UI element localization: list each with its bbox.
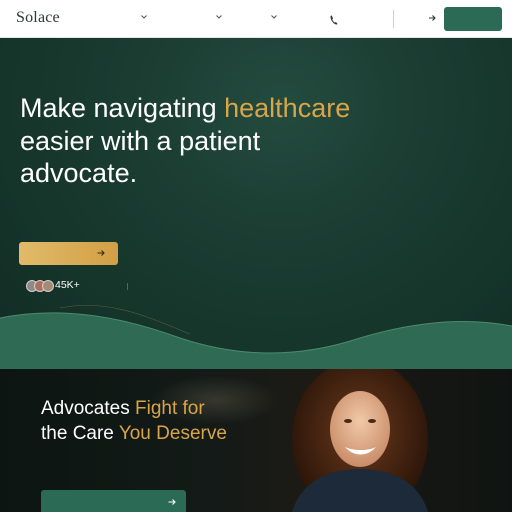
top-nav: Solace bbox=[0, 0, 512, 38]
hero-wave bbox=[0, 305, 512, 369]
avatar bbox=[42, 280, 54, 292]
stat-divider bbox=[127, 283, 128, 290]
nav-cta-button[interactable] bbox=[444, 7, 502, 31]
headline-part-2: easier with a patient advocate. bbox=[20, 125, 261, 189]
phone-icon[interactable] bbox=[329, 13, 339, 25]
avatar-group bbox=[26, 280, 56, 292]
nav-divider bbox=[393, 10, 394, 28]
heading-part-4: You Deserve bbox=[118, 423, 227, 444]
hero-section: Make navigating healthcare easier with a… bbox=[0, 38, 512, 369]
advocate-portrait bbox=[292, 369, 428, 512]
arrow-right-icon[interactable] bbox=[425, 11, 439, 25]
heading-part-3: the Care bbox=[41, 423, 119, 444]
advocates-section: Advocates Fight for the Care You Deserve bbox=[0, 369, 512, 512]
chevron-down-icon[interactable] bbox=[269, 12, 279, 22]
section-heading: Advocates Fight for the Care You Deserve bbox=[41, 396, 301, 446]
hero-cta-button[interactable] bbox=[19, 242, 118, 265]
heading-part-1: Advocates bbox=[41, 398, 135, 419]
arrow-right-icon bbox=[166, 495, 178, 507]
stat-count: 45K+ bbox=[55, 279, 80, 291]
chevron-down-icon[interactable] bbox=[139, 12, 149, 22]
headline-part-1: Make navigating bbox=[20, 93, 225, 123]
chevron-down-icon[interactable] bbox=[214, 12, 224, 22]
hero-headline: Make navigating healthcare easier with a… bbox=[20, 92, 380, 190]
logo[interactable]: Solace bbox=[16, 9, 60, 27]
section-cta-button[interactable] bbox=[41, 490, 186, 512]
headline-highlight: healthcare bbox=[224, 93, 351, 123]
heading-part-2: Fight for bbox=[135, 398, 205, 419]
arrow-right-icon bbox=[94, 246, 108, 260]
